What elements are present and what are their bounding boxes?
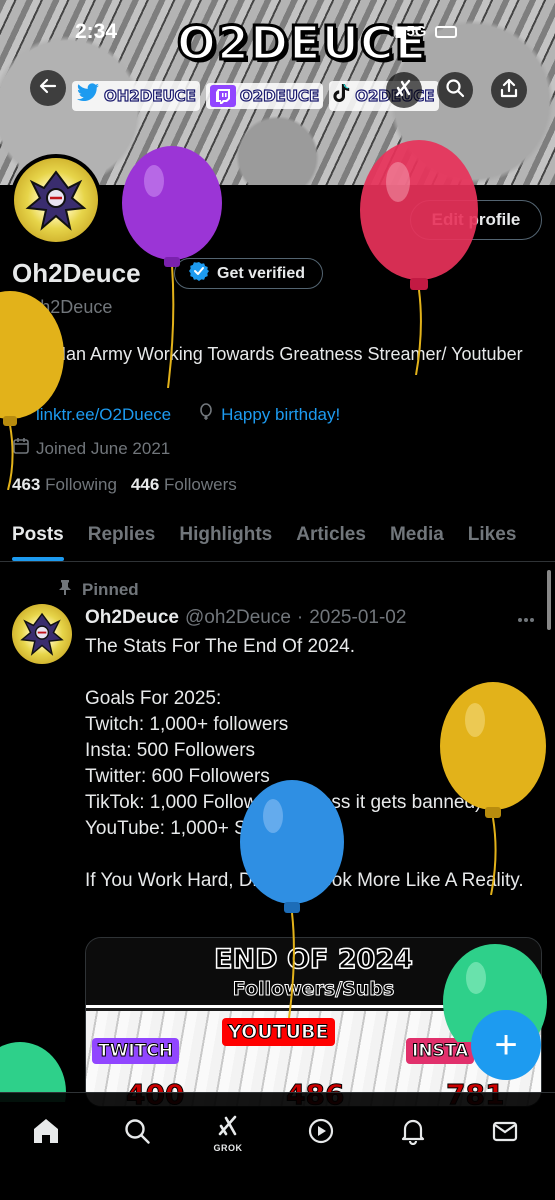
media-youtube-badge: YOUTUBE — [222, 1018, 335, 1046]
media-twitch-badge: TWITCH — [92, 1038, 179, 1064]
post-author-name[interactable]: Oh2Deuce — [85, 607, 179, 629]
search-icon — [445, 78, 465, 103]
birthday-link[interactable]: Happy birthday! — [221, 405, 340, 425]
twitch-handle: O2DEUCE — [239, 86, 320, 105]
nav-video[interactable] — [301, 1113, 341, 1153]
tab-likes[interactable]: Likes — [456, 512, 529, 561]
followers-link[interactable]: 446 Followers — [131, 475, 237, 495]
twitch-icon — [209, 85, 236, 107]
post-author-handle[interactable]: @oh2Deuce — [185, 607, 291, 629]
balloon-yellow-right — [440, 682, 546, 895]
share-button[interactable] — [491, 72, 527, 108]
share-icon — [499, 78, 519, 103]
home-icon — [31, 1116, 61, 1151]
grok-label: GROK — [213, 1143, 243, 1153]
post-avatar-character-icon — [20, 612, 64, 656]
nav-notifications[interactable] — [393, 1113, 433, 1153]
back-arrow-icon — [38, 76, 58, 101]
post-more-button[interactable] — [517, 606, 535, 629]
banner-tiktok: O2DEUCE — [329, 81, 439, 111]
mail-icon — [491, 1117, 519, 1150]
nav-search[interactable] — [117, 1113, 157, 1153]
plus-icon: + — [494, 1022, 518, 1067]
avatar-character-icon — [25, 170, 87, 231]
grok-header-button[interactable] — [386, 72, 422, 108]
play-circle-icon — [307, 1117, 335, 1150]
pinned-label: Pinned — [82, 579, 139, 599]
post-date[interactable]: 2025-01-02 — [309, 607, 406, 629]
scrollbar[interactable] — [547, 570, 551, 630]
get-verified-label: Get verified — [217, 264, 306, 282]
tab-replies[interactable]: Replies — [76, 512, 168, 561]
nav-home[interactable] — [26, 1113, 66, 1153]
balloon-blue — [240, 780, 344, 1018]
compose-post-button[interactable]: + — [471, 1010, 541, 1080]
tab-posts[interactable]: Posts — [0, 512, 76, 561]
network-label: 5G — [406, 23, 427, 40]
pinned-indicator: Pinned — [58, 579, 139, 600]
balloon-red — [360, 140, 478, 375]
back-button[interactable] — [30, 70, 66, 106]
profile-avatar[interactable] — [10, 154, 102, 246]
bottom-navigation: GROK — [0, 1092, 555, 1200]
balloon-icon — [197, 403, 215, 426]
post-header: Oh2Deuce @oh2Deuce · 2025-01-02 — [85, 607, 406, 629]
twitter-handle: OH2DEUCE — [103, 86, 196, 105]
status-time: 2:34 — [75, 20, 118, 43]
tab-highlights[interactable]: Highlights — [167, 512, 284, 561]
twitter-bird-icon — [76, 83, 100, 109]
grok-icon — [393, 77, 415, 104]
bell-icon — [399, 1117, 427, 1150]
search-icon — [123, 1117, 151, 1150]
profile-tabs: Posts Replies Highlights Articles Media … — [0, 512, 555, 562]
more-dots-icon — [517, 606, 535, 628]
signal-icon: ▮ — [394, 23, 403, 40]
balloon-yellow-left — [0, 291, 64, 490]
pin-icon — [58, 579, 72, 600]
banner-socials: OH2DEUCE O2DEUCE O2DEUCE — [72, 81, 439, 111]
nav-grok[interactable]: GROK — [208, 1113, 248, 1153]
post-author-avatar[interactable] — [12, 604, 72, 664]
tiktok-icon — [333, 83, 351, 109]
tab-media[interactable]: Media — [378, 512, 456, 561]
followers-label: Followers — [164, 475, 237, 494]
search-header-button[interactable] — [437, 72, 473, 108]
banner-twitch: O2DEUCE — [205, 83, 324, 109]
tab-articles[interactable]: Articles — [284, 512, 378, 561]
followers-count: 446 — [130, 475, 160, 494]
balloon-purple — [122, 146, 222, 388]
battery-icon — [434, 26, 457, 39]
nav-messages[interactable] — [485, 1113, 525, 1153]
banner-twitter: OH2DEUCE — [72, 81, 200, 111]
grok-icon — [216, 1113, 240, 1142]
status-icons: ▮ 5G — [394, 22, 457, 40]
post-separator: · — [296, 607, 304, 628]
